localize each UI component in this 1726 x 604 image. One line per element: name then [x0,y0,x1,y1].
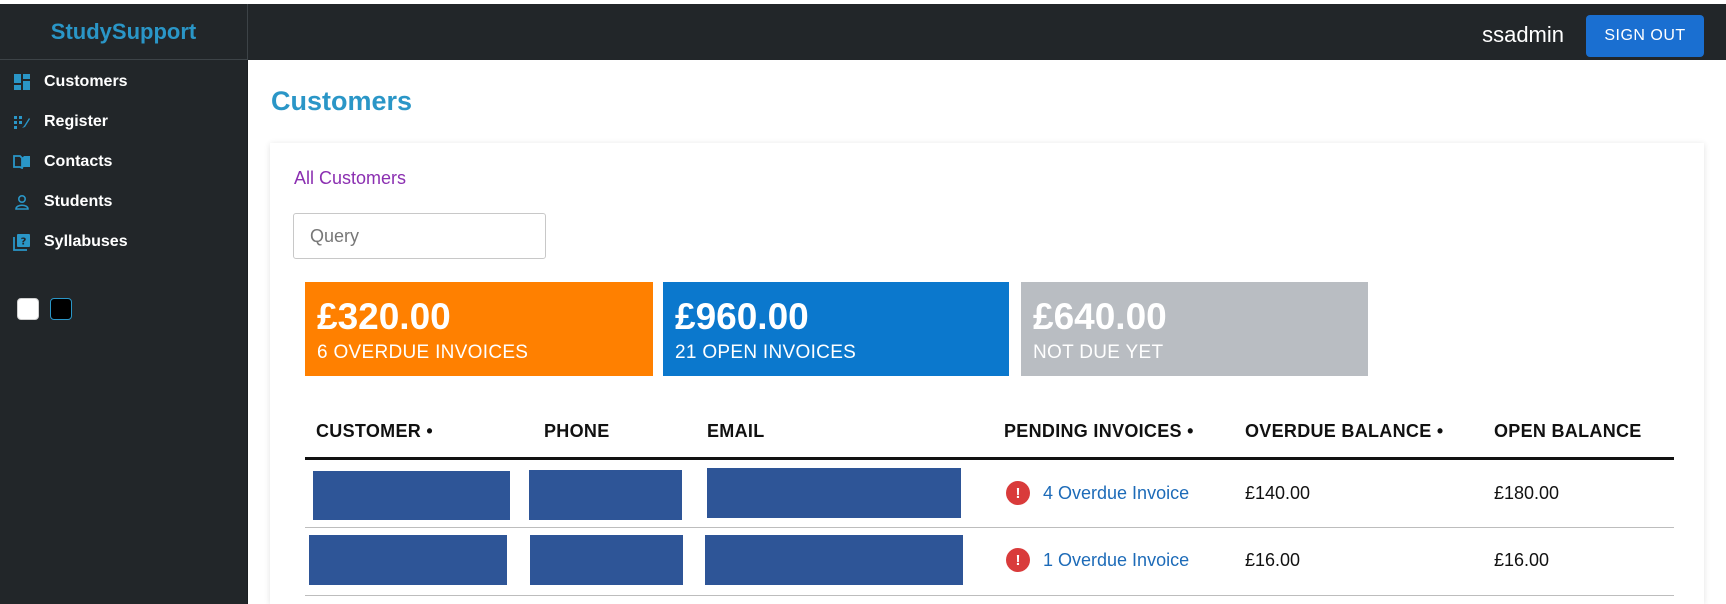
column-header-overdue-balance[interactable]: OVERDUE BALANCE • [1245,421,1443,442]
row-divider [305,595,1674,596]
all-customers-link[interactable]: All Customers [294,168,406,189]
column-header-customer[interactable]: CUSTOMER • [316,421,433,442]
question-book-icon: ? [13,233,31,251]
sidebar-item-label: Students [44,193,113,210]
top-bar: ssadmin SIGN OUT [0,4,1726,60]
column-header-open-balance: OPEN BALANCE [1494,421,1642,441]
book-open-icon [13,153,31,171]
stat-label: 21 OPEN INVOICES [675,342,857,363]
pending-invoices-link[interactable]: 4 Overdue Invoice [1043,483,1189,504]
dark-theme-swatch[interactable] [50,298,72,320]
username: ssadmin [1482,22,1564,47]
column-header-pending-invoices[interactable]: PENDING INVOICES • [1004,421,1194,442]
sidebar-item-label: Register [44,113,109,130]
redacted-email [705,535,963,585]
sidebar-item-students[interactable]: Students [0,182,247,222]
sidebar-item-register[interactable]: Register [0,102,247,142]
redacted-customer-name [309,535,507,585]
redacted-phone [530,535,683,585]
sign-out-button[interactable]: SIGN OUT [1586,15,1704,57]
sidebar-item-syllabuses[interactable]: ? Syllabuses [0,222,247,262]
overdue-balance-cell: £140.00 [1245,483,1311,503]
brand-area: StudySupport [0,4,248,60]
redacted-phone [529,470,682,520]
svg-text:?: ? [21,237,27,248]
alert-icon: ! [1006,481,1030,505]
light-theme-swatch[interactable] [17,298,39,320]
stat-label: 6 OVERDUE INVOICES [317,342,529,363]
brand-logo[interactable]: StudySupport [51,19,196,45]
header-divider [305,457,1674,460]
sidebar-item-customers[interactable]: Customers [0,62,247,102]
stat-amount: £960.00 [675,296,809,337]
open-balance-cell: £16.00 [1494,550,1550,570]
dashboard-icon [13,73,31,91]
register-icon [13,113,31,131]
stat-amount: £320.00 [317,296,451,337]
open-stat-card[interactable]: £960.00 21 OPEN INVOICES [663,282,1009,376]
pending-invoices-link[interactable]: 1 Overdue Invoice [1043,550,1189,571]
not-due-stat-card[interactable]: £640.00 NOT DUE YET [1021,282,1368,376]
redacted-customer-name [313,471,510,520]
column-header-email: EMAIL [707,421,765,441]
sidebar-item-label: Contacts [44,153,113,170]
sidebar: Customers Register Contacts Students ? S… [0,60,248,604]
column-header-phone: PHONE [544,421,610,441]
sidebar-item-contacts[interactable]: Contacts [0,142,247,182]
overdue-stat-card[interactable]: £320.00 6 OVERDUE INVOICES [305,282,653,376]
redacted-email [707,468,961,518]
alert-icon: ! [1006,548,1030,572]
stat-label: NOT DUE YET [1033,342,1164,363]
overdue-balance-cell: £16.00 [1245,550,1301,570]
open-balance-cell: £180.00 [1494,483,1560,503]
person-icon [13,193,31,211]
sidebar-item-label: Customers [44,73,128,90]
page-title: Customers [271,86,413,116]
row-divider [305,527,1674,528]
stat-amount: £640.00 [1033,296,1167,337]
customers-card: All Customers £320.00 6 OVERDUE INVOICES… [270,143,1704,604]
sidebar-item-label: Syllabuses [44,233,128,250]
query-input[interactable] [293,213,546,259]
